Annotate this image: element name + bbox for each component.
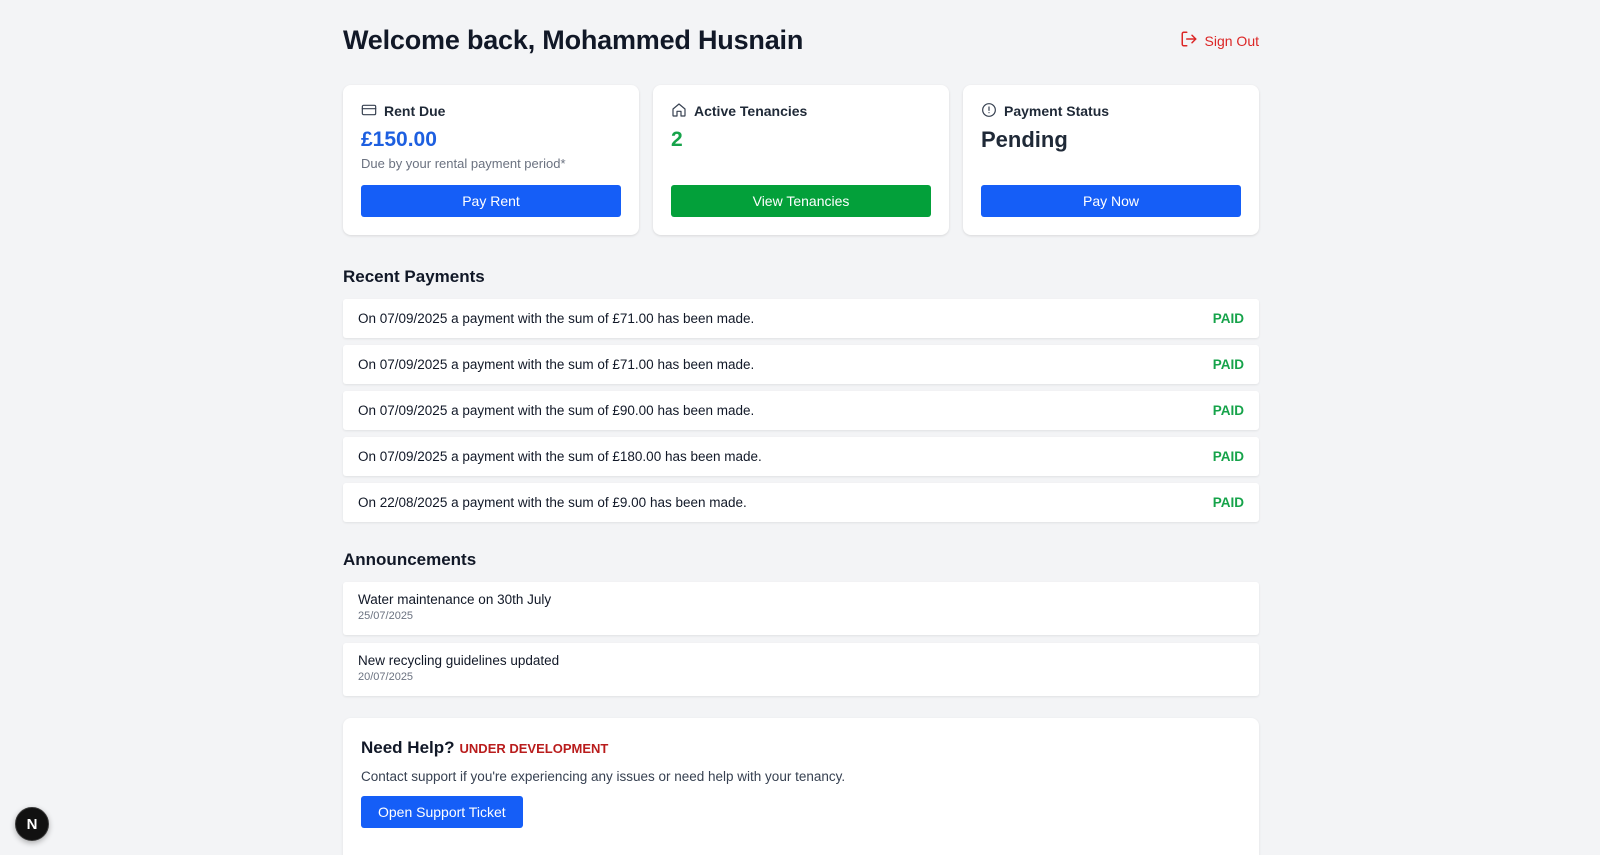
announcement-item: New recycling guidelines updated 20/07/2… <box>343 643 1259 696</box>
nextjs-logo-icon: N <box>26 815 38 833</box>
paid-status-badge: PAID <box>1212 311 1244 326</box>
pay-rent-button[interactable]: Pay Rent <box>361 185 621 217</box>
help-card: Need Help? UNDER DEVELOPMENT Contact sup… <box>343 718 1259 855</box>
announcements-list: Water maintenance on 30th July 25/07/202… <box>343 582 1259 696</box>
payment-row: On 22/08/2025 a payment with the sum of … <box>343 483 1259 522</box>
recent-payments-title: Recent Payments <box>343 267 485 286</box>
payment-status-header: Payment Status <box>981 102 1241 120</box>
paid-status-badge: PAID <box>1212 495 1244 510</box>
dashboard-container: Welcome back, Mohammed Husnain Sign Out <box>343 0 1259 855</box>
payment-text: On 07/09/2025 a payment with the sum of … <box>358 449 762 464</box>
nextjs-dev-badge[interactable]: N <box>15 807 49 841</box>
announcement-text: Water maintenance on 30th July <box>358 592 552 607</box>
announcements-title: Announcements <box>343 550 477 569</box>
rent-due-amount: £150.00 <box>361 128 437 151</box>
payment-text: On 07/09/2025 a payment with the sum of … <box>358 403 755 418</box>
active-tenancies-header: Active Tenancies <box>671 102 931 120</box>
help-title: Need Help? <box>361 738 455 757</box>
page-title: Welcome back, Mohammed Husnain <box>343 25 804 55</box>
sign-out-button[interactable]: Sign Out <box>1180 30 1259 51</box>
rent-due-card: Rent Due £150.00 Due by your rental paym… <box>343 85 639 235</box>
help-header: Need Help? UNDER DEVELOPMENT <box>361 738 1241 758</box>
payment-status-spacer <box>981 156 1241 172</box>
summary-cards: Rent Due £150.00 Due by your rental paym… <box>343 85 1259 235</box>
rent-due-header: Rent Due <box>361 102 621 120</box>
sign-out-label: Sign Out <box>1204 32 1259 49</box>
payment-row: On 07/09/2025 a payment with the sum of … <box>343 437 1259 476</box>
active-tenancies-count: 2 <box>671 128 683 151</box>
payment-text: On 07/09/2025 a payment with the sum of … <box>358 357 755 372</box>
payment-row: On 07/09/2025 a payment with the sum of … <box>343 345 1259 384</box>
payment-status-title: Payment Status <box>1004 103 1110 119</box>
active-tenancies-title: Active Tenancies <box>694 103 808 119</box>
header: Welcome back, Mohammed Husnain Sign Out <box>343 0 1259 85</box>
active-tenancies-spacer <box>671 156 931 172</box>
payment-text: On 07/09/2025 a payment with the sum of … <box>358 311 755 326</box>
rent-due-subtitle: Due by your rental payment period* <box>361 156 566 171</box>
announcement-item: Water maintenance on 30th July 25/07/202… <box>343 582 1259 635</box>
logout-icon <box>1180 30 1198 51</box>
announcement-text: New recycling guidelines updated <box>358 653 560 668</box>
help-description: Contact support if you're experiencing a… <box>361 769 846 784</box>
payment-status-card: Payment Status Pending Pay Now <box>963 85 1259 235</box>
view-tenancies-button[interactable]: View Tenancies <box>671 185 931 217</box>
paid-status-badge: PAID <box>1212 357 1244 372</box>
announcement-date: 20/07/2025 <box>358 671 414 683</box>
open-support-ticket-button[interactable]: Open Support Ticket <box>361 796 523 828</box>
payment-row: On 07/09/2025 a payment with the sum of … <box>343 391 1259 430</box>
paid-status-badge: PAID <box>1212 449 1244 464</box>
payment-text: On 22/08/2025 a payment with the sum of … <box>358 495 747 510</box>
payment-row: On 07/09/2025 a payment with the sum of … <box>343 299 1259 338</box>
paid-status-badge: PAID <box>1212 403 1244 418</box>
home-icon <box>671 102 687 121</box>
pay-now-button[interactable]: Pay Now <box>981 185 1241 217</box>
announcement-date: 25/07/2025 <box>358 610 414 622</box>
credit-card-icon <box>361 102 377 121</box>
recent-payments-list: On 07/09/2025 a payment with the sum of … <box>343 299 1259 522</box>
alert-circle-icon <box>981 102 997 121</box>
active-tenancies-card: Active Tenancies 2 View Tenancies <box>653 85 949 235</box>
rent-due-title: Rent Due <box>384 103 446 119</box>
under-development-badge: UNDER DEVELOPMENT <box>459 741 609 756</box>
payment-status-value: Pending <box>981 127 1068 152</box>
